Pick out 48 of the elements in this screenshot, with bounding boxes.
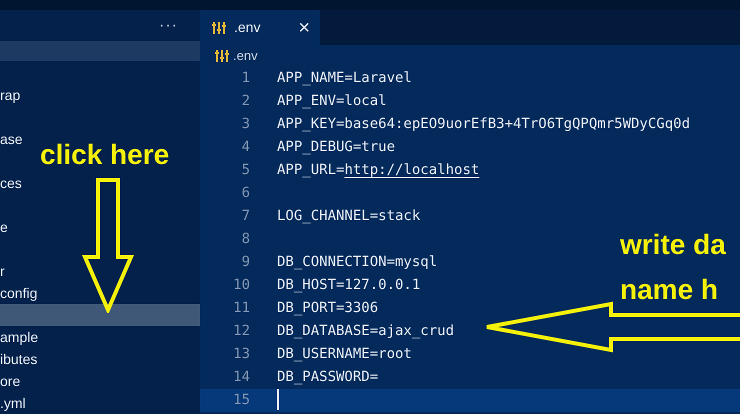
line-number: 1: [240, 69, 250, 88]
text-cursor: [277, 389, 279, 410]
editor-tab[interactable]: .env ×: [200, 10, 320, 45]
code-line: DB_PORT=3306: [277, 299, 378, 318]
more-actions-icon[interactable]: ···: [159, 14, 178, 38]
line-number: 7: [240, 207, 250, 226]
close-icon[interactable]: ×: [298, 18, 310, 38]
line-number: 11: [232, 299, 250, 318]
explorer-item[interactable]: ore: [0, 370, 20, 392]
line-number: 6: [240, 184, 250, 203]
code-line: DB_PASSWORD=: [277, 368, 378, 387]
explorer-item[interactable]: ibutes: [0, 348, 38, 370]
line-number: 15: [232, 391, 250, 410]
breadcrumb-item[interactable]: .env: [233, 46, 258, 66]
code-line: APP_KEY=base64:epEO9uorEfB3+4TrO6TgQPQmr5WDyCGq0d: [277, 115, 690, 134]
line-number: 8: [240, 230, 250, 249]
line-number: 2: [240, 92, 250, 111]
explorer-item[interactable]: config: [0, 282, 38, 304]
line-number: 3: [240, 115, 250, 134]
explorer-item[interactable]: e: [0, 216, 8, 238]
explorer-item[interactable]: ces: [0, 172, 22, 194]
settings-file-icon: [212, 20, 226, 34]
explorer-item[interactable]: ase: [0, 128, 23, 150]
annotation-text: click here: [40, 138, 170, 172]
settings-file-icon: [215, 49, 229, 63]
explorer-item[interactable]: ample: [0, 326, 38, 348]
explorer-item[interactable]: .yml: [0, 392, 26, 414]
code-line: LOG_CHANNEL=stack: [277, 207, 420, 226]
code-line: APP_ENV=local: [277, 92, 387, 111]
line-number: 14: [232, 368, 250, 387]
explorer-item[interactable]: rap: [0, 84, 20, 106]
code-line: DB_USERNAME=root: [277, 345, 412, 364]
code-line: DB_HOST=127.0.0.1: [277, 276, 420, 295]
line-number: 4: [240, 138, 250, 157]
code-line: APP_NAME=Laravel: [277, 69, 412, 88]
code-link[interactable]: http://localhost: [344, 162, 480, 178]
line-number: 13: [232, 345, 250, 364]
line-number: 9: [240, 253, 250, 272]
explorer-item[interactable]: r: [0, 260, 5, 282]
line-number: 12: [232, 322, 250, 341]
code-line: DB_CONNECTION=mysql: [277, 253, 438, 272]
line-number: 10: [232, 276, 250, 295]
line-number: 5: [240, 161, 250, 180]
annotation-text: write da name h: [620, 228, 726, 307]
code-line: DB_DATABASE=ajax_crud: [277, 322, 454, 341]
code-line: APP_DEBUG=true: [277, 138, 396, 157]
code-line: APP_URL=http://localhost: [277, 161, 480, 180]
explorer-item[interactable]: [0, 304, 200, 326]
